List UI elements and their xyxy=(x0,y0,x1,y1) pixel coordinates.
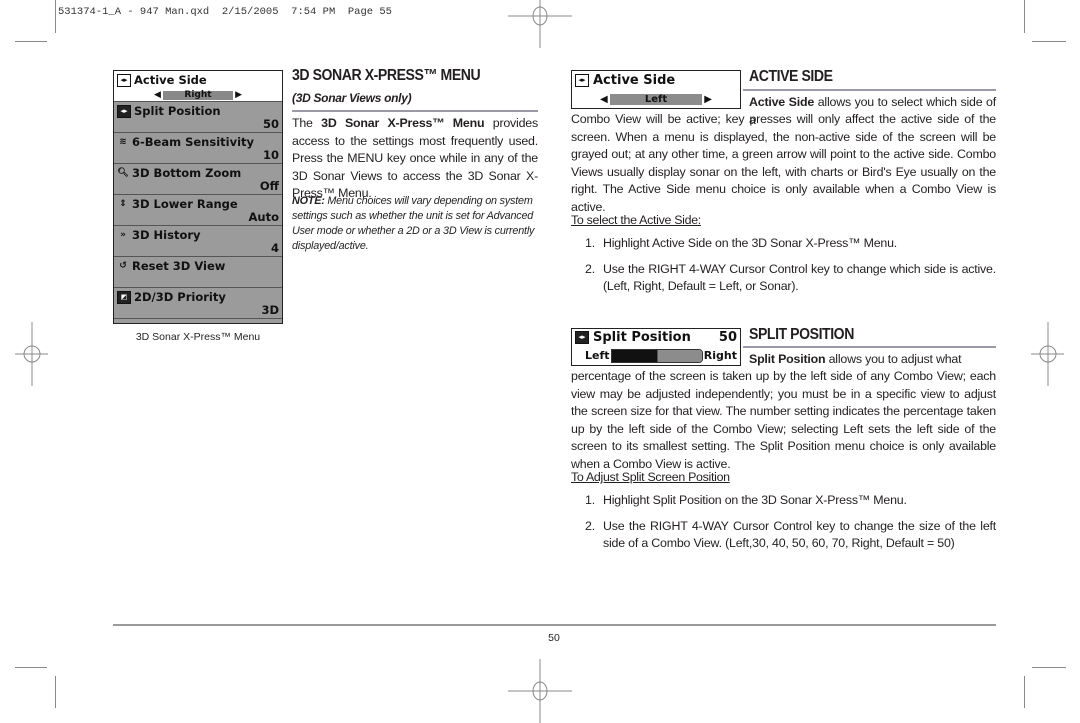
section-rule xyxy=(292,110,538,112)
print-slug: 531374-1_A - 947 Man.qxd 2/15/2005 7:54 … xyxy=(58,6,392,18)
menu-item-selector: ◀ Right ▶ xyxy=(154,90,242,100)
split-position-steps: 1. Highlight Split Position on the 3D Son… xyxy=(571,492,996,553)
note-paragraph: NOTE: Menu choices will vary depending o… xyxy=(292,195,535,252)
menu-item: 🔍︎ 3D Bottom Zoom Off xyxy=(114,164,282,195)
split-position-icon: ◂▸ xyxy=(575,331,589,344)
menu-item-value: 3D xyxy=(261,303,279,317)
split-position-value: 50 xyxy=(718,330,737,345)
crop-mark xyxy=(1024,676,1025,708)
active-side-steps: 1. Highlight Active Side on the 3D Sonar … xyxy=(571,235,996,296)
crop-mark xyxy=(55,676,56,708)
intro-paragraph: The 3D Sonar X-Press™ Menu provides acce… xyxy=(292,116,538,200)
steps-heading: To select the Active Side: xyxy=(571,213,701,227)
menu-item-value: 4 xyxy=(270,241,279,255)
registration-mark-icon xyxy=(508,0,572,48)
section-rule xyxy=(743,89,996,91)
active-side-icon: ◂▸ xyxy=(575,74,589,87)
step-item: 1. Highlight Split Position on the 3D Son… xyxy=(585,493,907,507)
arrow-right-icon: ▶ xyxy=(704,93,712,105)
split-position-intro: Split Position allows you to adjust what xyxy=(749,352,962,366)
split-slider-fill xyxy=(611,349,657,362)
menu-item: ↺ Reset 3D View xyxy=(114,257,282,288)
active-side-icon: ◂▸ xyxy=(117,73,131,87)
active-side-screen: ◂▸ Active Side ◀ Left ▶ xyxy=(571,70,741,109)
split-position-paragraph: percentage of the screen is taken up by … xyxy=(571,369,996,471)
menu-item-label: 3D Bottom Zoom xyxy=(132,166,242,180)
footer-rule xyxy=(113,624,996,626)
menu-item: » 3D History 4 xyxy=(114,226,282,257)
menu-item-label: Active Side xyxy=(134,73,207,87)
priority-icon: ◩ xyxy=(117,290,131,304)
section-title: SPLIT POSITION xyxy=(749,326,854,343)
split-slider-track xyxy=(656,349,702,362)
menu-item-label: 3D History xyxy=(132,228,201,242)
menu-item-label: Reset 3D View xyxy=(132,259,226,273)
arrow-left-icon: ◀ xyxy=(600,93,608,105)
split-position-icon: ◂▸ xyxy=(117,104,131,118)
figure-caption: 3D Sonar X-Press™ Menu xyxy=(135,331,261,343)
lower-range-icon: ⇕ xyxy=(119,198,127,209)
crop-mark xyxy=(55,0,56,33)
intro-section: 3D SONAR X-PRESS™ MENU (3D Sonar Views o… xyxy=(292,67,538,105)
crop-mark xyxy=(1024,0,1025,33)
section-title: 3D SONAR X-PRESS™ MENU xyxy=(292,67,481,84)
menu-item-value: Right xyxy=(162,90,234,100)
crop-mark xyxy=(1032,41,1066,42)
menu-item-value: 50 xyxy=(262,117,279,131)
section-title: ACTIVE SIDE xyxy=(749,68,833,85)
menu-item-label: 6-Beam Sensitivity xyxy=(132,135,255,149)
section-subtitle: (3D Sonar Views only) xyxy=(292,91,412,105)
menu-item-value: Off xyxy=(259,179,279,193)
steps-heading: To Adjust Split Screen Position xyxy=(571,470,730,484)
menu-item: ≋ 6-Beam Sensitivity 10 xyxy=(114,133,282,164)
arrow-right-icon: ▶ xyxy=(235,90,242,100)
menu-item-label: 3D Lower Range xyxy=(132,197,238,211)
step-item: 1. Highlight Active Side on the 3D Sonar … xyxy=(585,236,898,250)
menu-item-label: Split Position xyxy=(134,104,221,118)
menu-item-label: 2D/3D Priority xyxy=(134,290,226,304)
reset-icon: ↺ xyxy=(119,260,127,271)
menu-item: ◂▸ Active Side ◀ Right ▶ xyxy=(114,71,282,102)
menu-item: ◩ 2D/3D Priority 3D xyxy=(114,288,282,319)
crop-mark xyxy=(15,41,47,42)
menu-item-value: 10 xyxy=(262,148,279,162)
menu-item-value: Auto xyxy=(248,210,280,224)
xpress-menu-screen: ◂▸ Active Side ◀ Right ▶ ◂▸ Split Position 50 ≋ 6… xyxy=(113,70,283,324)
page-number: 50 xyxy=(548,632,560,644)
beam-sensitivity-icon: ≋ xyxy=(119,136,127,147)
registration-mark-icon xyxy=(15,322,48,386)
active-side-paragraph: Combo View will be active; key presses w… xyxy=(571,112,996,214)
crop-mark xyxy=(1032,667,1066,668)
registration-mark-icon xyxy=(1031,322,1064,386)
crop-mark xyxy=(15,667,47,668)
step-item: 2. Use the RIGHT 4-WAY Cursor Control key… xyxy=(585,261,996,294)
active-side-value: Left xyxy=(609,93,703,105)
arrow-left-icon: ◀ xyxy=(154,90,161,100)
registration-mark-icon xyxy=(508,659,572,723)
split-slider xyxy=(610,348,703,363)
step-item: 2. Use the RIGHT 4-WAY Cursor Control key… xyxy=(585,518,996,551)
split-position-screen: ◂▸ Split Position 50 Left Right xyxy=(571,328,741,366)
section-rule xyxy=(743,346,996,348)
zoom-icon: 🔍︎ xyxy=(117,167,129,178)
menu-item: ⇕ 3D Lower Range Auto xyxy=(114,195,282,226)
menu-item: ◂▸ Split Position 50 xyxy=(114,102,282,133)
history-icon: » xyxy=(120,229,126,240)
